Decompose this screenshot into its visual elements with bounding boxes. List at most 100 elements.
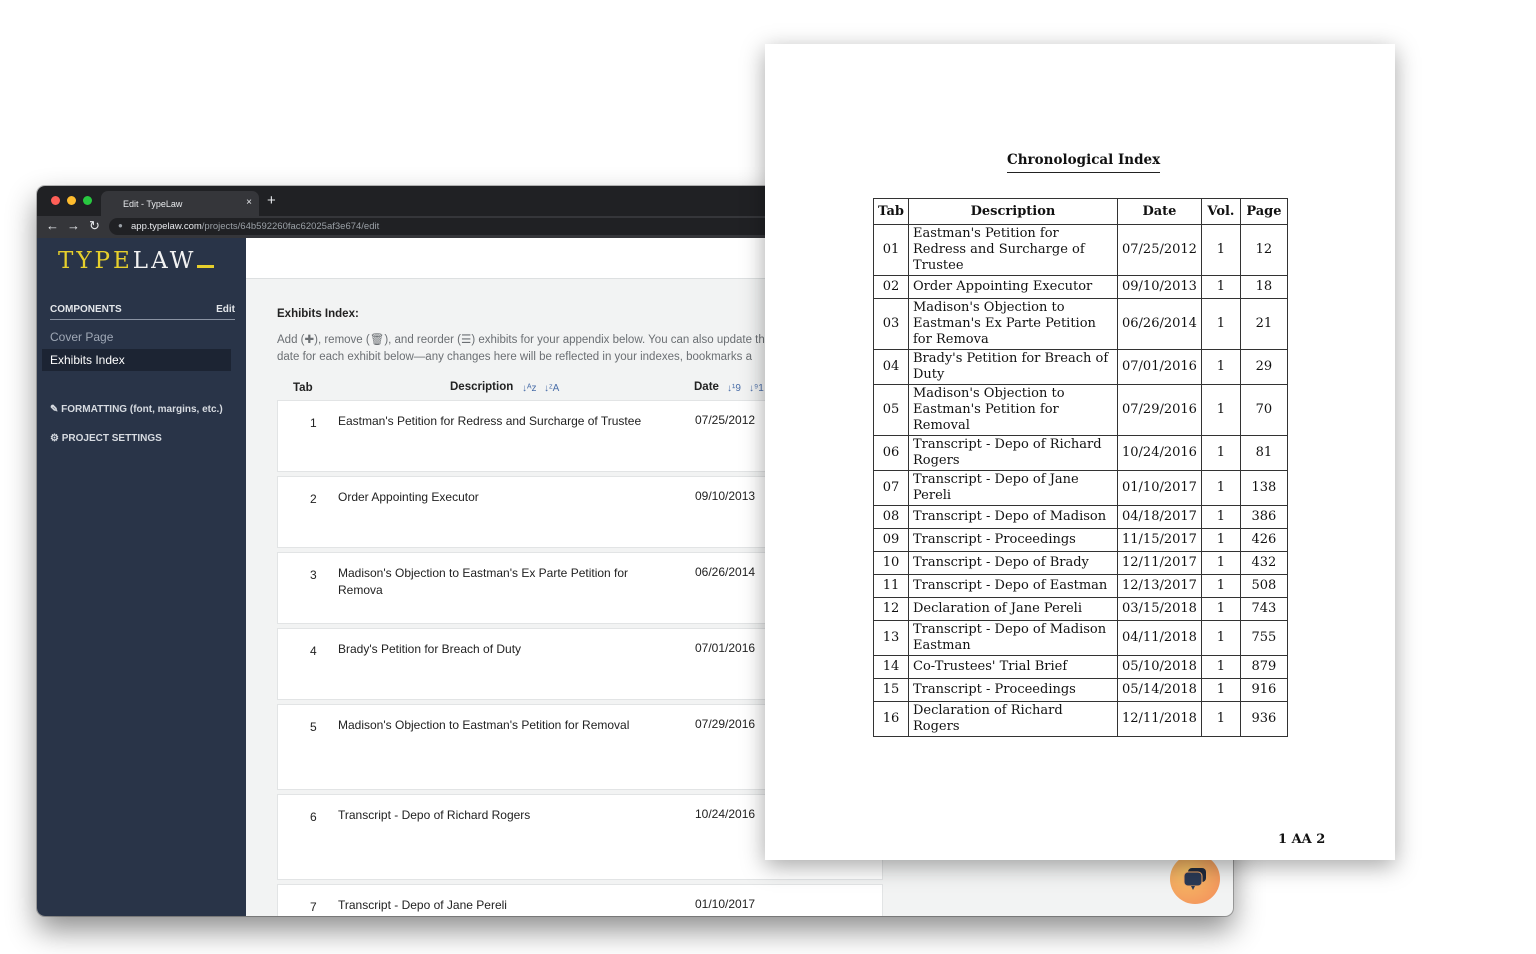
cell-page: 21 xyxy=(1239,298,1288,350)
column-header-date: Date xyxy=(694,381,719,393)
exhibit-description[interactable]: Transcript - Depo of Richard Rogers xyxy=(338,807,648,824)
cell-date: 07/01/2016 xyxy=(1117,349,1202,385)
url-text[interactable]: app.typelaw.com/projects/64b592260fac620… xyxy=(131,221,379,232)
exhibit-date[interactable]: 10/24/2016 xyxy=(695,807,755,821)
cell-tab: 15 xyxy=(873,678,909,702)
chat-bubbles-icon xyxy=(1183,868,1206,890)
minimize-window-button[interactable] xyxy=(67,196,76,205)
cell-description: Madison's Objection to Eastman's Ex Part… xyxy=(908,298,1118,350)
column-header-description: Description xyxy=(450,381,514,393)
cell-date: 05/14/2018 xyxy=(1117,678,1202,702)
table-row: 14 Co-Trustees' Trial Brief 05/10/2018 1 879 xyxy=(873,655,1288,679)
cell-date: 11/15/2017 xyxy=(1117,528,1202,552)
cell-page: 81 xyxy=(1239,435,1288,471)
reload-icon[interactable]: ↻ xyxy=(89,218,100,234)
cell-date: 03/15/2018 xyxy=(1117,597,1202,621)
cell-tab: 10 xyxy=(873,551,909,575)
cell-page: 18 xyxy=(1239,275,1288,299)
sort-date-asc-icon[interactable]: ↓¹9 xyxy=(727,383,741,394)
cell-tab: 04 xyxy=(873,349,909,385)
sort-date-desc-icon[interactable]: ↓⁹1 xyxy=(749,383,764,394)
cell-description: Transcript - Proceedings xyxy=(908,528,1118,552)
chat-support-button[interactable] xyxy=(1170,854,1220,904)
exhibit-number: 6 xyxy=(310,810,317,824)
cell-tab: 02 xyxy=(873,275,909,299)
cell-description: Transcript - Depo of Brady xyxy=(908,551,1118,575)
browser-tab[interactable]: Edit - TypeLaw × xyxy=(101,191,259,216)
sidebar-item-label: Exhibits Index xyxy=(50,353,125,367)
cell-description: Madison's Objection to Eastman's Petitio… xyxy=(908,384,1118,436)
exhibit-date[interactable]: 07/29/2016 xyxy=(695,717,755,731)
forward-icon[interactable]: → xyxy=(67,218,80,233)
cell-date: 04/18/2017 xyxy=(1117,505,1202,529)
cell-date: 10/24/2016 xyxy=(1117,435,1202,471)
close-tab-icon[interactable]: × xyxy=(246,197,252,208)
exhibit-date[interactable]: 06/26/2014 xyxy=(695,565,755,579)
tab-title: Edit - TypeLaw xyxy=(123,199,183,209)
table-header-row: Tab Description Date Vol. Page xyxy=(873,198,1288,225)
table-row: 10 Transcript - Depo of Brady 12/11/2017 1 4… xyxy=(873,551,1288,575)
cell-date: 07/29/2016 xyxy=(1117,384,1202,436)
cell-page: 70 xyxy=(1239,384,1288,436)
cell-vol: 1 xyxy=(1200,551,1241,575)
sort-az-icon[interactable]: ↓ᴬz xyxy=(522,383,537,394)
exhibit-description[interactable]: Transcript - Depo of Jane Pereli xyxy=(338,897,648,914)
instructions-line-1: Add (✚), remove (🗑), and reorder (☰) exh… xyxy=(277,334,765,346)
cell-vol: 1 xyxy=(1200,678,1241,702)
exhibit-description[interactable]: Order Appointing Executor xyxy=(338,489,648,506)
cell-page: 29 xyxy=(1239,349,1288,385)
gear-icon: ⚙ xyxy=(50,433,59,444)
exhibit-date[interactable]: 09/10/2013 xyxy=(695,489,755,503)
exhibit-description[interactable]: Eastman's Petition for Redress and Surch… xyxy=(338,413,648,430)
exhibit-description[interactable]: Madison's Objection to Eastman's Petitio… xyxy=(338,717,658,734)
cell-vol: 1 xyxy=(1200,470,1241,506)
logo-law: LAW xyxy=(132,248,197,274)
cell-page: 12 xyxy=(1239,224,1288,276)
exhibit-description[interactable]: Madison's Objection to Eastman's Ex Part… xyxy=(338,565,648,599)
cell-page: 879 xyxy=(1239,655,1288,679)
cell-date: 12/11/2017 xyxy=(1117,551,1202,575)
cell-page: 936 xyxy=(1239,701,1288,737)
cell-date: 12/11/2018 xyxy=(1117,701,1202,737)
cell-tab: 07 xyxy=(873,470,909,506)
cell-date: 07/25/2012 xyxy=(1117,224,1202,276)
project-settings-link[interactable]: ⚙ PROJECT SETTINGS xyxy=(50,433,162,444)
new-tab-button[interactable]: + xyxy=(267,192,276,209)
back-icon[interactable]: ← xyxy=(46,218,59,233)
edit-components-button[interactable]: Edit xyxy=(216,304,235,315)
logo-type: TYPE xyxy=(58,248,133,274)
cell-description: Order Appointing Executor xyxy=(908,275,1118,299)
exhibit-row[interactable]: 7 Transcript - Depo of Jane Pereli 01/10… xyxy=(277,884,883,916)
exhibit-number: 4 xyxy=(310,644,317,658)
cell-description: Transcript - Depo of Madison Eastman xyxy=(908,620,1118,656)
cell-vol: 1 xyxy=(1200,349,1241,385)
cell-tab: 05 xyxy=(873,384,909,436)
exhibit-date[interactable]: 01/10/2017 xyxy=(695,897,755,911)
cell-page: 743 xyxy=(1239,597,1288,621)
url-path: /projects/64b592260fac62025af3e674/edit xyxy=(201,221,380,232)
exhibit-date[interactable]: 07/25/2012 xyxy=(695,413,755,427)
components-label: COMPONENTS xyxy=(50,304,122,315)
exhibit-date[interactable]: 07/01/2016 xyxy=(695,641,755,655)
cell-vol: 1 xyxy=(1200,620,1241,656)
exhibit-number: 2 xyxy=(310,492,317,506)
exhibit-number: 1 xyxy=(310,416,317,430)
sidebar-item-cover-page[interactable]: Cover Page xyxy=(50,330,113,344)
column-header-tab: Tab xyxy=(293,382,313,394)
header-description: Description xyxy=(908,198,1118,225)
cell-vol: 1 xyxy=(1200,275,1241,299)
close-window-button[interactable] xyxy=(51,196,60,205)
maximize-window-button[interactable] xyxy=(83,196,92,205)
sidebar-item-exhibits-index[interactable]: Exhibits Index xyxy=(42,349,231,371)
header-date: Date xyxy=(1117,198,1202,225)
cell-tab: 14 xyxy=(873,655,909,679)
typelaw-logo[interactable]: TYPELAW xyxy=(58,248,215,274)
cell-vol: 1 xyxy=(1200,224,1241,276)
exhibit-description[interactable]: Brady's Petition for Breach of Duty xyxy=(338,641,648,658)
cell-tab: 13 xyxy=(873,620,909,656)
cell-date: 04/11/2018 xyxy=(1117,620,1202,656)
sort-za-icon[interactable]: ↓ᶻA xyxy=(544,383,559,394)
cell-page: 432 xyxy=(1239,551,1288,575)
formatting-link[interactable]: ✎ FORMATTING (font, margins, etc.) xyxy=(50,404,223,415)
exhibit-number: 5 xyxy=(310,720,317,734)
